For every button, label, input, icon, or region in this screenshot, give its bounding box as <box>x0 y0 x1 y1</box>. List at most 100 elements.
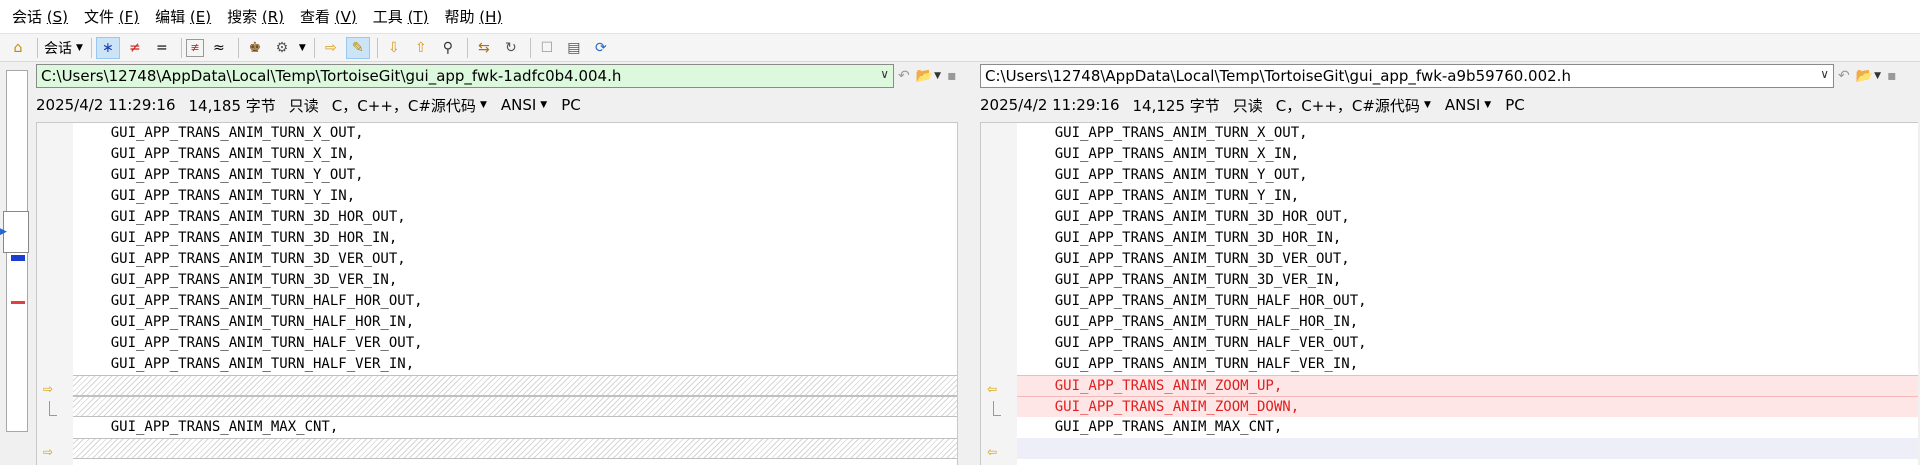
code-line[interactable]: GUI_APP_TRANS_ANIM_TURN_HALF_VER_IN, <box>1017 354 1918 375</box>
equal-icon[interactable]: = <box>150 37 174 59</box>
next-diff-icon[interactable]: ⇩ <box>382 37 406 59</box>
code-line[interactable]: GUI_APP_TRANS_ANIM_TURN_HALF_HOR_OUT, <box>1017 291 1918 312</box>
undo-icon[interactable]: ↶ <box>898 68 910 84</box>
edit-pencil-icon[interactable]: ✎ <box>345 36 370 59</box>
code-line[interactable] <box>73 375 958 396</box>
code-line[interactable]: GUI_APP_TRANS_ANIM_TURN_X_OUT, <box>1017 123 1918 144</box>
left-scrollbar-edge <box>957 123 958 465</box>
folder-icon[interactable]: 📂 <box>916 68 933 84</box>
chevron-down-icon[interactable]: ▼ <box>76 43 83 53</box>
sync-icon[interactable]: ⟳ <box>589 37 613 59</box>
diff-arrow-left-icon[interactable]: ⇦ <box>987 445 997 459</box>
right-gutter: ⇦ ⇦ <box>981 123 1017 465</box>
menu-tools[interactable]: 工具 (T) <box>365 0 437 34</box>
right-path-input[interactable]: C:\Users\12748\AppData\Local\Temp\Tortoi… <box>980 64 1834 88</box>
code-line[interactable]: GUI_APP_TRANS_ANIM_TURN_Y_IN, <box>1017 186 1918 207</box>
code-line[interactable]: GUI_APP_TRANS_ANIM_TURN_3D_HOR_IN, <box>1017 228 1918 249</box>
code-line[interactable]: GUI_APP_TRANS_ANIM_TURN_HALF_HOR_IN, <box>1017 312 1918 333</box>
location-diff-mark <box>11 301 25 304</box>
menu-view[interactable]: 查看 (V) <box>292 0 365 34</box>
not-equal-icon[interactable]: ≠ <box>123 37 147 59</box>
chevron-down-icon[interactable]: ▼ <box>1424 100 1431 110</box>
code-line[interactable]: GUI_APP_TRANS_ANIM_TURN_HALF_VER_IN, <box>73 354 958 375</box>
next-icon[interactable]: ⇨ <box>319 37 343 59</box>
code-line[interactable]: GUI_APP_TRANS_ANIM_TURN_X_OUT, <box>73 123 958 144</box>
box-icon[interactable]: ☐ <box>535 37 559 59</box>
menu-edit[interactable]: 编辑 (E) <box>147 0 219 34</box>
code-line[interactable]: GUI_APP_TRANS_ANIM_TURN_HALF_VER_OUT, <box>1017 333 1918 354</box>
code-line[interactable]: GUI_APP_TRANS_ANIM_TURN_3D_HOR_OUT, <box>1017 207 1918 228</box>
diff-arrow-left-icon[interactable]: ⇦ <box>987 382 997 396</box>
code-line[interactable]: GUI_APP_TRANS_ANIM_TURN_Y_IN, <box>73 186 958 207</box>
code-line[interactable]: GUI_APP_TRANS_ANIM_TURN_3D_HOR_OUT, <box>73 207 958 228</box>
prev-diff-icon[interactable]: ⇧ <box>409 37 433 59</box>
diff-bracket <box>49 401 57 416</box>
right-code-area[interactable]: ⇦ ⇦ GUI_APP_TRANS_ANIM_TURN_X_OUT, GUI_A… <box>980 122 1918 465</box>
code-line[interactable]: GUI_APP_TRANS_ANIM_ZOOM_DOWN, <box>1017 396 1918 417</box>
code-line[interactable]: GUI_APP_TRANS_ANIM_TURN_3D_HOR_IN, <box>73 228 958 249</box>
code-line[interactable]: GUI_APP_TRANS_ANIM_TURN_Y_OUT, <box>73 165 958 186</box>
approx-icon[interactable]: ≈ <box>207 37 231 59</box>
left-encoding[interactable]: ANSI <box>501 96 536 114</box>
diff-context-icon[interactable]: ≢ <box>185 38 204 57</box>
chevron-down-icon[interactable]: ▼ <box>1874 71 1881 81</box>
chevron-down-icon[interactable]: ▼ <box>1484 100 1491 110</box>
code-line[interactable]: GUI_APP_TRANS_ANIM_MAX_CNT, <box>73 417 958 438</box>
left-code-area[interactable]: ⇨ ⇨ GUI_APP_TRANS_ANIM_TURN_X_OUT, GUI_A… <box>36 122 958 465</box>
code-line[interactable] <box>73 438 958 459</box>
code-line[interactable]: GUI_APP_TRANS_ANIM_TURN_3D_VER_OUT, <box>73 249 958 270</box>
find-icon[interactable]: ⚲ <box>436 37 460 59</box>
user-icon[interactable]: ♚ <box>243 37 267 59</box>
chevron-down-icon[interactable]: ▼ <box>480 100 487 110</box>
chevron-down-icon[interactable]: ∨ <box>880 67 889 81</box>
diff-arrow-right-icon[interactable]: ⇨ <box>43 445 53 459</box>
home-icon[interactable]: ⌂ <box>6 37 30 59</box>
right-eol[interactable]: PC <box>1505 96 1525 114</box>
code-line[interactable]: GUI_APP_TRANS_ANIM_TURN_HALF_HOR_OUT, <box>73 291 958 312</box>
left-date: 2025/4/2 11:29:16 <box>36 96 176 114</box>
right-format[interactable]: C，C++，C#源代码 <box>1276 95 1420 116</box>
save-icon[interactable]: ▪ <box>1887 68 1897 84</box>
code-line[interactable] <box>1017 438 1918 459</box>
refresh-icon[interactable]: ↻ <box>499 37 523 59</box>
all-diff-icon[interactable]: ∗ <box>95 36 120 59</box>
menu-help[interactable]: 帮助 (H) <box>436 0 510 34</box>
code-line[interactable]: GUI_APP_TRANS_ANIM_TURN_3D_VER_IN, <box>73 270 958 291</box>
session-dropdown[interactable]: 会话 <box>42 38 74 58</box>
left-readonly[interactable]: 只读 <box>289 95 319 116</box>
right-path-icons: ↶ 📂 ▼ ▪ <box>1838 68 1903 84</box>
left-format[interactable]: C，C++，C#源代码 <box>332 95 476 116</box>
code-line[interactable]: GUI_APP_TRANS_ANIM_TURN_X_IN, <box>73 144 958 165</box>
left-path-input[interactable]: C:\Users\12748\AppData\Local\Temp\Tortoi… <box>36 64 894 88</box>
save-icon[interactable]: ▪ <box>947 68 957 84</box>
menu-search[interactable]: 搜索 (R) <box>219 0 292 34</box>
menu-session[interactable]: 会话 (S) <box>4 0 76 34</box>
code-line[interactable]: GUI_APP_TRANS_ANIM_TURN_Y_OUT, <box>1017 165 1918 186</box>
code-line[interactable]: GUI_APP_TRANS_ANIM_TURN_HALF_VER_OUT, <box>73 333 958 354</box>
left-eol[interactable]: PC <box>561 96 581 114</box>
code-line[interactable]: GUI_APP_TRANS_ANIM_TURN_HALF_HOR_IN, <box>73 312 958 333</box>
folder-icon[interactable]: 📂 <box>1856 68 1873 84</box>
code-line[interactable]: GUI_APP_TRANS_ANIM_ZOOM_UP, <box>1017 375 1918 396</box>
chevron-down-icon[interactable]: ▼ <box>299 43 306 53</box>
undo-icon[interactable]: ↶ <box>1838 68 1850 84</box>
right-info-row: 2025/4/2 11:29:16 14,125 字节 只读 C，C++，C#源… <box>980 94 1538 116</box>
code-line[interactable] <box>73 396 958 417</box>
code-line[interactable]: GUI_APP_TRANS_ANIM_TURN_X_IN, <box>1017 144 1918 165</box>
menu-file[interactable]: 文件 (F) <box>76 0 147 34</box>
code-line[interactable]: GUI_APP_TRANS_ANIM_MAX_CNT, <box>1017 417 1918 438</box>
swap-icon[interactable]: ⇆ <box>472 37 496 59</box>
rules-icon[interactable]: ⚙ <box>270 37 294 59</box>
right-readonly[interactable]: 只读 <box>1233 95 1263 116</box>
right-encoding[interactable]: ANSI <box>1445 96 1480 114</box>
code-line[interactable]: GUI_APP_TRANS_ANIM_TURN_3D_VER_IN, <box>1017 270 1918 291</box>
menu-bar: 会话 (S) 文件 (F) 编辑 (E) 搜索 (R) 查看 (V) 工具 (T… <box>0 0 1920 34</box>
toolbar-separator <box>466 37 468 58</box>
code-line[interactable]: GUI_APP_TRANS_ANIM_TURN_3D_VER_OUT, <box>1017 249 1918 270</box>
right-path-row: C:\Users\12748\AppData\Local\Temp\Tortoi… <box>980 62 1903 90</box>
chevron-down-icon[interactable]: ▼ <box>934 71 941 81</box>
chevron-down-icon[interactable]: ▼ <box>540 100 547 110</box>
columns-icon[interactable]: ▤ <box>562 37 586 59</box>
diff-arrow-right-icon[interactable]: ⇨ <box>43 382 53 396</box>
chevron-down-icon[interactable]: ∨ <box>1820 67 1829 81</box>
